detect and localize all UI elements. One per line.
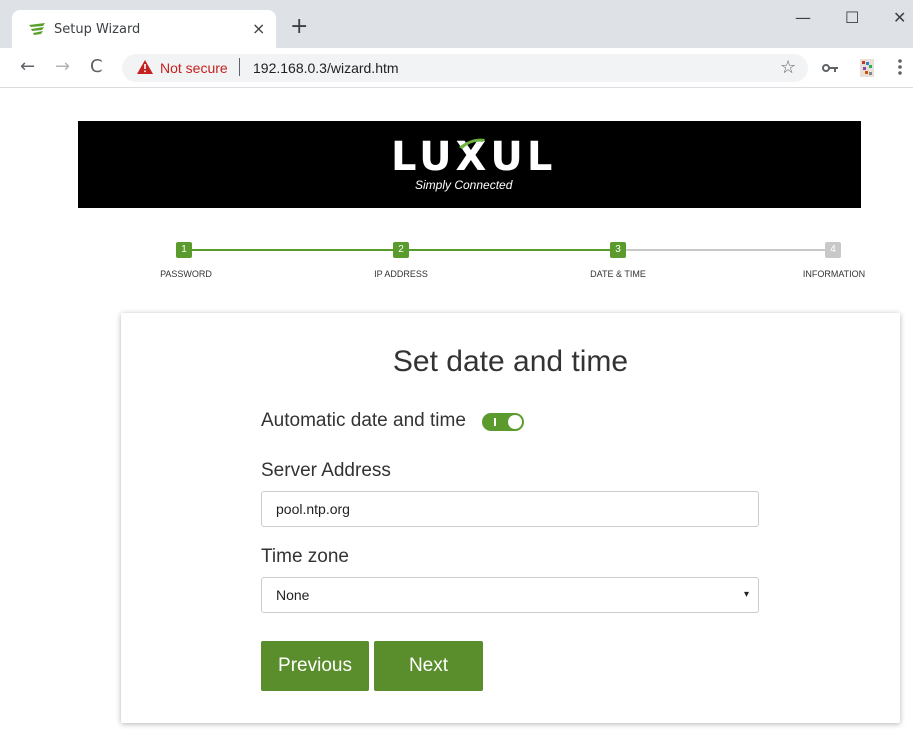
page-title: Set date and time <box>392 345 629 378</box>
reload-button[interactable]: C <box>90 56 103 77</box>
previous-button[interactable]: Previous <box>261 641 369 691</box>
time-zone-label: Time zone <box>261 546 349 567</box>
next-button[interactable]: Next <box>374 641 483 691</box>
browser-toolbar: ← → C Not secure 192.168.0.3/wizard.htm … <box>0 48 913 88</box>
security-status[interactable]: Not secure <box>160 60 228 76</box>
tab-title: Setup Wizard <box>54 22 141 37</box>
logo-swoosh-icon <box>459 138 485 149</box>
date-time-card: Set date and time Automatic date and tim… <box>121 313 900 723</box>
time-zone-select[interactable]: None ▾ <box>261 577 759 613</box>
step-4-number: 4 <box>825 242 841 258</box>
chevron-down-icon: ▾ <box>743 589 749 600</box>
auto-date-time-row: Automatic date and time <box>261 410 524 434</box>
address-separator <box>239 58 240 76</box>
wizard-stepper: 1 2 3 4 PASSWORD IP ADDRESS DATE & TIME … <box>0 238 913 288</box>
step-2-number: 2 <box>393 242 409 258</box>
step-connector-2 <box>401 249 618 251</box>
step-4-label: INFORMATION <box>802 269 866 279</box>
step-1-number: 1 <box>176 242 192 258</box>
browser-tab-bar: Setup Wizard × + — ☐ ✕ <box>0 0 913 48</box>
auto-date-time-label: Automatic date and time <box>261 410 466 431</box>
back-button[interactable]: ← <box>20 56 35 77</box>
luxul-favicon-icon <box>29 23 45 35</box>
browser-tab[interactable]: Setup Wizard × <box>12 10 276 48</box>
extension-icon[interactable] <box>860 59 874 77</box>
tab-close-icon[interactable]: × <box>252 19 265 38</box>
step-2-label: IP ADDRESS <box>374 269 428 279</box>
server-address-input[interactable]: pool.ntp.org <box>261 491 759 527</box>
kebab-menu-icon[interactable] <box>898 58 902 76</box>
luxul-banner: LUXUL Simply Connected <box>78 121 861 208</box>
maximize-button[interactable]: ☐ <box>845 8 859 27</box>
toggle-knob <box>508 415 522 429</box>
url-text[interactable]: 192.168.0.3/wizard.htm <box>253 60 399 76</box>
time-zone-value: None <box>276 587 310 603</box>
logo-tagline: Simply Connected <box>415 178 513 192</box>
step-connector-3 <box>618 249 833 251</box>
step-3-label: DATE & TIME <box>590 269 646 279</box>
toggle-on-mark <box>494 418 496 426</box>
close-window-button[interactable]: ✕ <box>893 8 906 27</box>
server-address-label: Server Address <box>261 460 391 481</box>
address-bar[interactable]: Not secure 192.168.0.3/wizard.htm ☆ <box>122 54 808 82</box>
luxul-logo: LUXUL Simply Connected <box>391 135 552 195</box>
step-1-label: PASSWORD <box>160 269 212 279</box>
warning-icon <box>137 60 153 74</box>
step-3-number: 3 <box>610 242 626 258</box>
new-tab-button[interactable]: + <box>290 16 308 38</box>
step-connector-1 <box>184 249 401 251</box>
star-icon[interactable]: ☆ <box>780 57 796 78</box>
minimize-button[interactable]: — <box>795 8 811 27</box>
forward-button[interactable]: → <box>55 56 70 77</box>
key-icon[interactable] <box>822 63 838 73</box>
auto-date-time-toggle[interactable] <box>482 413 524 431</box>
